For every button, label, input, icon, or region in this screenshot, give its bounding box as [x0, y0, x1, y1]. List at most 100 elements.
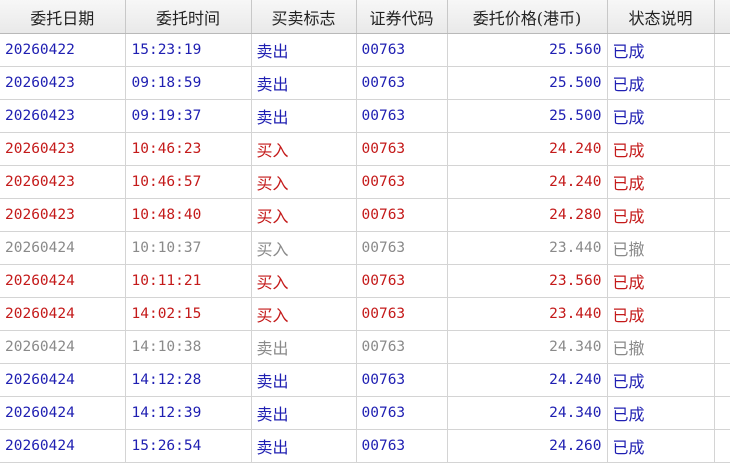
table-row[interactable]: 20260423 09:19:37 卖出 00763 25.500 已成	[0, 99, 730, 133]
column-header-security-code[interactable]: 证券代码	[356, 0, 448, 34]
security-code-cell: 00763	[356, 66, 448, 100]
order-price-cell: 23.440	[447, 297, 608, 331]
side-cell: 卖出	[251, 33, 357, 67]
order-date-cell: 20260424	[0, 330, 126, 364]
order-time-cell: 10:46:23	[125, 132, 252, 166]
order-date-cell: 20260424	[0, 429, 126, 463]
order-history-table: 委托日期 委托时间 买卖标志 证券代码 委托价格(港币) 状态说明 202604…	[0, 0, 730, 463]
row-filler-cell	[714, 231, 730, 265]
column-header-order-price[interactable]: 委托价格(港币)	[447, 0, 608, 34]
order-time-cell: 10:46:57	[125, 165, 252, 199]
side-cell: 卖出	[251, 363, 357, 397]
security-code-cell: 00763	[356, 132, 448, 166]
order-history-grid: 委托日期 委托时间 买卖标志 证券代码 委托价格(港币) 状态说明 202604…	[0, 0, 730, 466]
table-row[interactable]: 20260424 14:02:15 买入 00763 23.440 已成	[0, 297, 730, 331]
table-row[interactable]: 20260423 10:46:23 买入 00763 24.240 已成	[0, 132, 730, 166]
order-time-cell: 09:18:59	[125, 66, 252, 100]
order-price-cell: 25.500	[447, 99, 608, 133]
table-row[interactable]: 20260424 14:10:38 卖出 00763 24.340 已撤	[0, 330, 730, 364]
order-price-cell: 25.560	[447, 33, 608, 67]
security-code-cell: 00763	[356, 297, 448, 331]
row-filler-cell	[714, 363, 730, 397]
status-cell: 已撤	[607, 231, 715, 265]
table-row[interactable]: 20260423 09:18:59 卖出 00763 25.500 已成	[0, 66, 730, 100]
order-price-cell: 24.240	[447, 132, 608, 166]
table-row[interactable]: 20260424 10:11:21 买入 00763 23.560 已成	[0, 264, 730, 298]
row-filler-cell	[714, 396, 730, 430]
order-time-cell: 09:19:37	[125, 99, 252, 133]
side-cell: 卖出	[251, 396, 357, 430]
status-cell: 已成	[607, 429, 715, 463]
row-filler-cell	[714, 429, 730, 463]
order-time-cell: 14:10:38	[125, 330, 252, 364]
column-header-filler	[714, 0, 730, 34]
security-code-cell: 00763	[356, 165, 448, 199]
order-time-cell: 15:23:19	[125, 33, 252, 67]
side-cell: 买入	[251, 165, 357, 199]
table-row[interactable]: 20260424 14:12:28 卖出 00763 24.240 已成	[0, 363, 730, 397]
security-code-cell: 00763	[356, 363, 448, 397]
order-time-cell: 14:12:28	[125, 363, 252, 397]
status-cell: 已成	[607, 165, 715, 199]
side-cell: 买入	[251, 231, 357, 265]
order-time-cell: 14:02:15	[125, 297, 252, 331]
column-header-order-date[interactable]: 委托日期	[0, 0, 126, 34]
order-date-cell: 20260424	[0, 297, 126, 331]
order-time-cell: 15:26:54	[125, 429, 252, 463]
order-date-cell: 20260424	[0, 264, 126, 298]
table-row[interactable]: 20260422 15:23:19 卖出 00763 25.560 已成	[0, 33, 730, 67]
order-date-cell: 20260423	[0, 132, 126, 166]
order-date-cell: 20260424	[0, 231, 126, 265]
side-cell: 卖出	[251, 66, 357, 100]
side-cell: 卖出	[251, 429, 357, 463]
side-cell: 买入	[251, 264, 357, 298]
column-header-order-time[interactable]: 委托时间	[125, 0, 252, 34]
status-cell: 已成	[607, 264, 715, 298]
row-filler-cell	[714, 198, 730, 232]
order-price-cell: 24.240	[447, 363, 608, 397]
order-price-cell: 23.440	[447, 231, 608, 265]
security-code-cell: 00763	[356, 198, 448, 232]
row-filler-cell	[714, 330, 730, 364]
order-price-cell: 24.280	[447, 198, 608, 232]
status-cell: 已撤	[607, 330, 715, 364]
order-time-cell: 10:48:40	[125, 198, 252, 232]
status-cell: 已成	[607, 363, 715, 397]
table-row[interactable]: 20260424 15:26:54 卖出 00763 24.260 已成	[0, 429, 730, 463]
table-body: 20260422 15:23:19 卖出 00763 25.560 已成 20260423 0…	[0, 33, 730, 463]
status-cell: 已成	[607, 198, 715, 232]
order-price-cell: 24.240	[447, 165, 608, 199]
row-filler-cell	[714, 66, 730, 100]
table-row[interactable]: 20260424 10:10:37 买入 00763 23.440 已撤	[0, 231, 730, 265]
security-code-cell: 00763	[356, 330, 448, 364]
table-row[interactable]: 20260424 14:12:39 卖出 00763 24.340 已成	[0, 396, 730, 430]
table-header-row: 委托日期 委托时间 买卖标志 证券代码 委托价格(港币) 状态说明	[0, 0, 730, 34]
row-filler-cell	[714, 132, 730, 166]
order-price-cell: 24.340	[447, 396, 608, 430]
side-cell: 买入	[251, 297, 357, 331]
order-date-cell: 20260424	[0, 396, 126, 430]
order-price-cell: 25.500	[447, 66, 608, 100]
side-cell: 买入	[251, 132, 357, 166]
row-filler-cell	[714, 165, 730, 199]
column-header-status[interactable]: 状态说明	[607, 0, 715, 34]
order-time-cell: 10:10:37	[125, 231, 252, 265]
order-date-cell: 20260422	[0, 33, 126, 67]
security-code-cell: 00763	[356, 429, 448, 463]
table-row[interactable]: 20260423 10:46:57 买入 00763 24.240 已成	[0, 165, 730, 199]
side-cell: 卖出	[251, 330, 357, 364]
row-filler-cell	[714, 33, 730, 67]
status-cell: 已成	[607, 66, 715, 100]
security-code-cell: 00763	[356, 231, 448, 265]
side-cell: 卖出	[251, 99, 357, 133]
security-code-cell: 00763	[356, 99, 448, 133]
security-code-cell: 00763	[356, 396, 448, 430]
table-row[interactable]: 20260423 10:48:40 买入 00763 24.280 已成	[0, 198, 730, 232]
order-date-cell: 20260424	[0, 363, 126, 397]
side-cell: 买入	[251, 198, 357, 232]
status-cell: 已成	[607, 99, 715, 133]
column-header-side[interactable]: 买卖标志	[251, 0, 357, 34]
row-filler-cell	[714, 264, 730, 298]
row-filler-cell	[714, 297, 730, 331]
order-date-cell: 20260423	[0, 198, 126, 232]
